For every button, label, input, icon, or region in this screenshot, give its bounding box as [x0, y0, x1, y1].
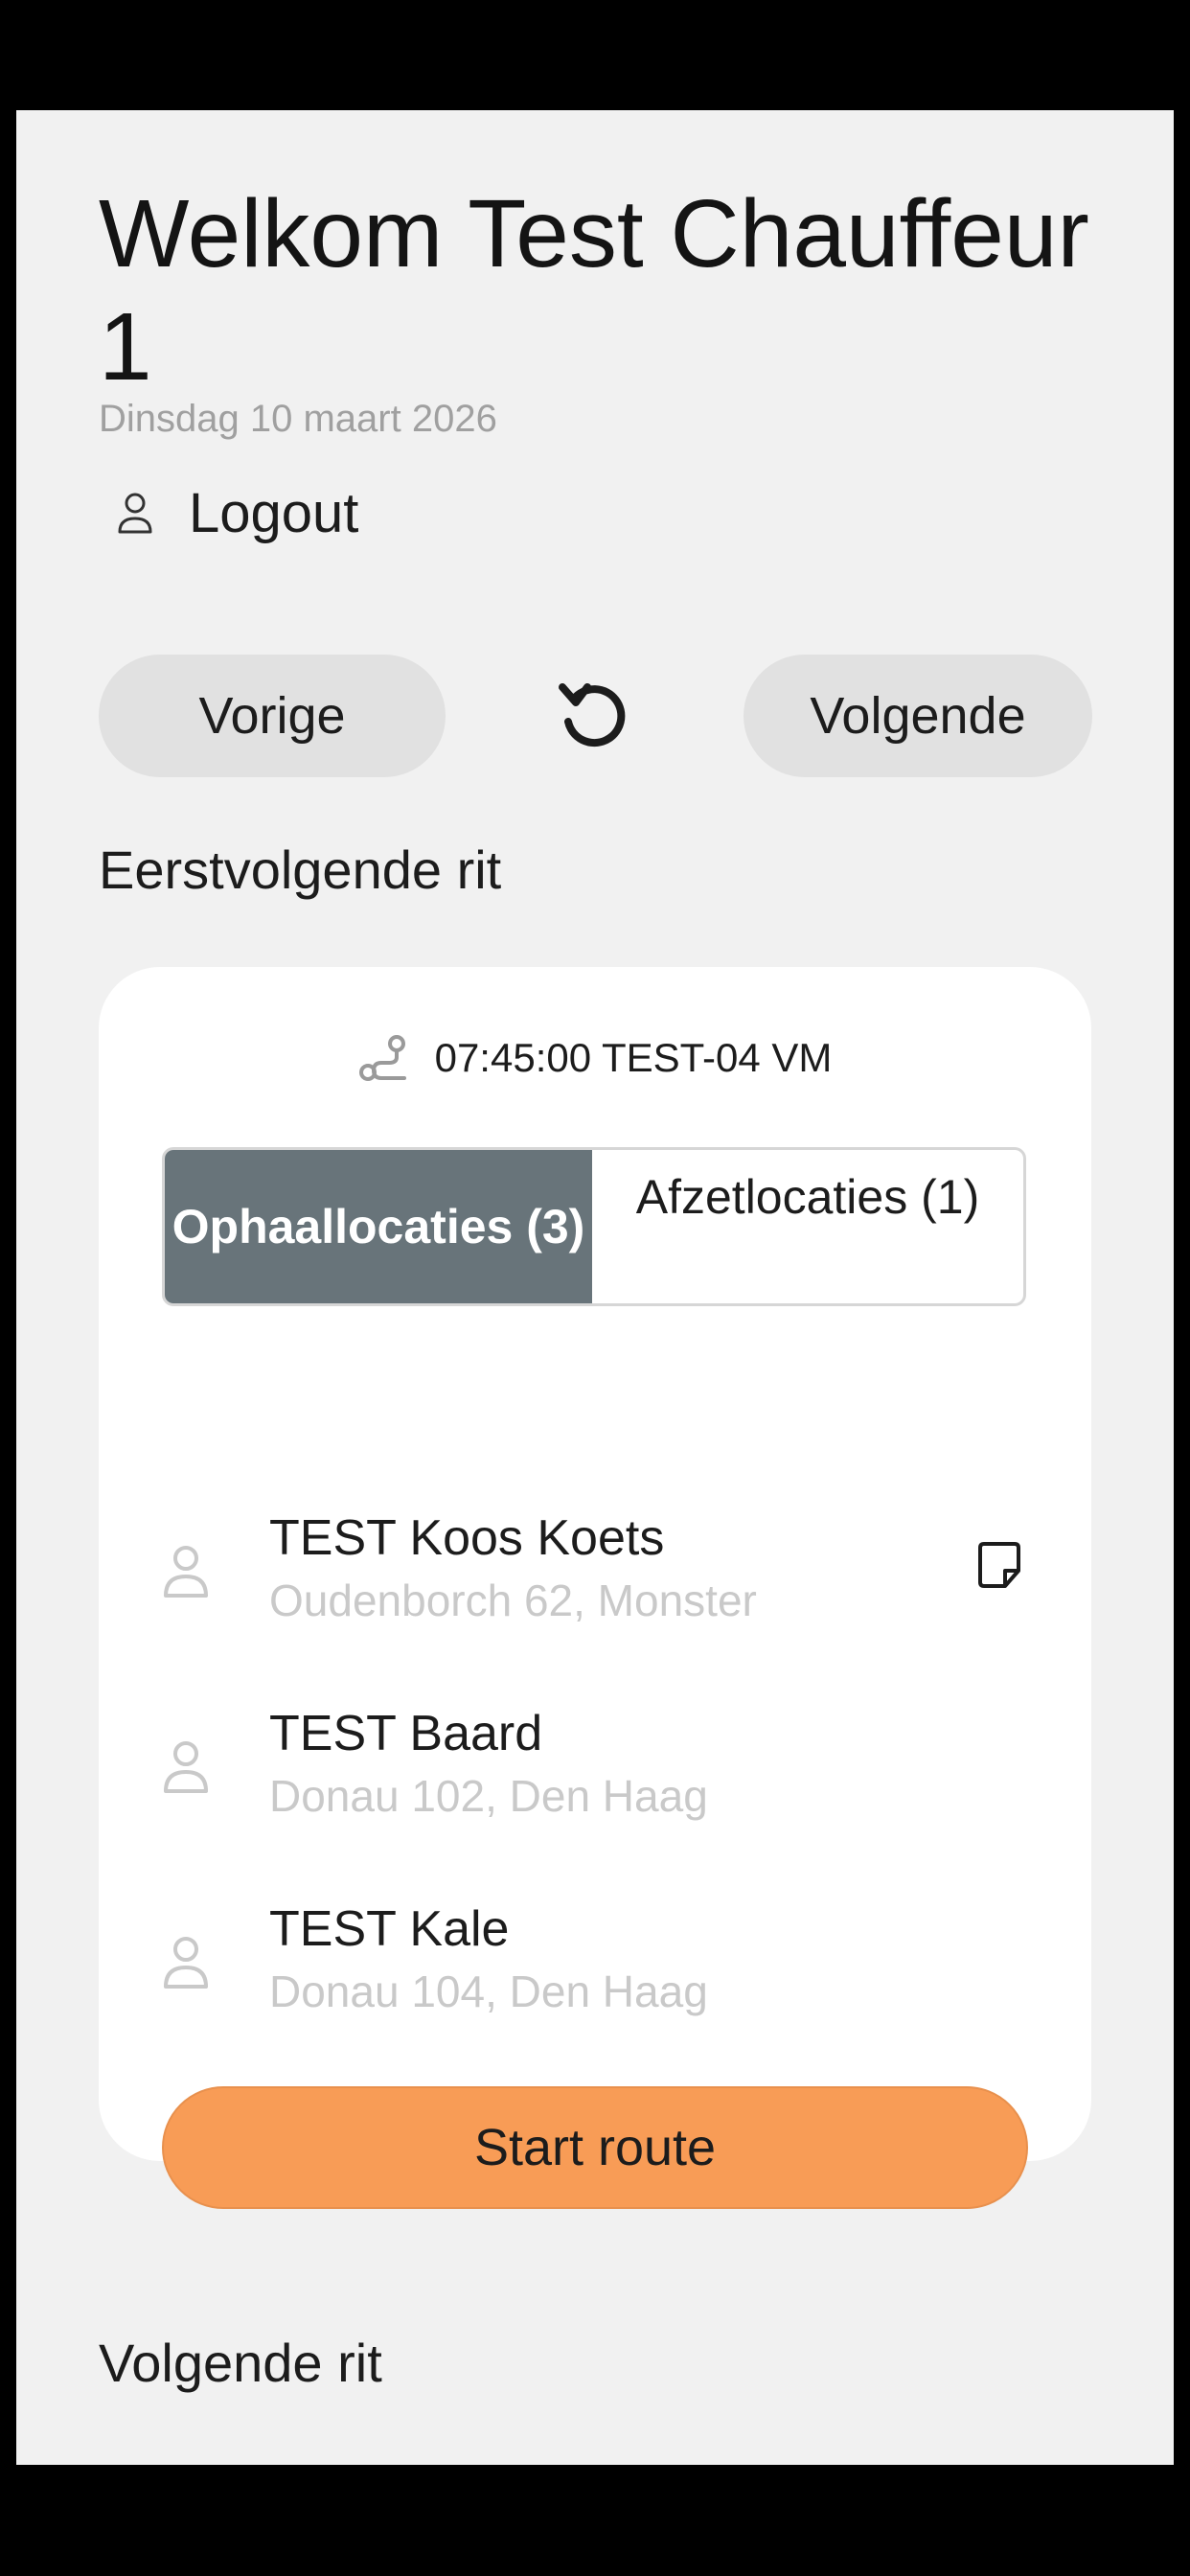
- person-icon: [118, 493, 152, 534]
- trip-card: 07:45:00 TEST-04 VM Ophaallocaties (3) A…: [99, 967, 1091, 2209]
- location-tabs: Ophaallocaties (3) Afzetlocaties (1): [162, 1147, 1026, 1306]
- note-icon[interactable]: [974, 1540, 1024, 1590]
- next-trip-title: Volgende rit: [99, 2333, 382, 2393]
- tab-dropoff-locations[interactable]: Afzetlocaties (1): [592, 1150, 1023, 1303]
- logout-label: Logout: [189, 481, 359, 544]
- passenger-address: Donau 104, Den Haag: [269, 1966, 708, 2016]
- start-route-button[interactable]: Start route: [162, 2086, 1028, 2209]
- person-icon: [164, 1741, 208, 1793]
- person-icon: [164, 1937, 208, 1989]
- passenger-name: TEST Baard: [269, 1706, 543, 1761]
- trip-label: 07:45:00 TEST-04 VM: [434, 1035, 833, 1080]
- passenger-item[interactable]: TEST Baard Donau 102, Den Haag: [162, 1697, 1026, 1841]
- next-button[interactable]: Volgende: [744, 655, 1092, 777]
- passenger-item[interactable]: TEST Koos Koets Oudenborch 62, Monster: [162, 1502, 1026, 1645]
- welcome-title: Welkom Test Chauffeur 1: [99, 180, 1089, 401]
- passenger-item[interactable]: TEST Kale Donau 104, Den Haag: [162, 1893, 1026, 2036]
- person-icon: [164, 1546, 208, 1598]
- current-date: Dinsdag 10 maart 2026: [99, 398, 497, 440]
- first-trip-title: Eerstvolgende rit: [99, 840, 502, 900]
- logout-button[interactable]: Logout: [116, 474, 358, 551]
- refresh-icon[interactable]: [553, 674, 635, 756]
- passenger-name: TEST Koos Koets: [269, 1510, 665, 1566]
- trip-info: 07:45:00 TEST-04 VM: [99, 1032, 1091, 1084]
- route-icon: [358, 1035, 406, 1081]
- passenger-address: Donau 102, Den Haag: [269, 1771, 708, 1821]
- passenger-name: TEST Kale: [269, 1901, 510, 1957]
- app-screen: Welkom Test Chauffeur 1 Dinsdag 10 maart…: [16, 110, 1174, 2465]
- tab-pickup-locations[interactable]: Ophaallocaties (3): [165, 1150, 592, 1303]
- previous-button[interactable]: Vorige: [99, 655, 446, 777]
- passenger-address: Oudenborch 62, Monster: [269, 1576, 757, 1625]
